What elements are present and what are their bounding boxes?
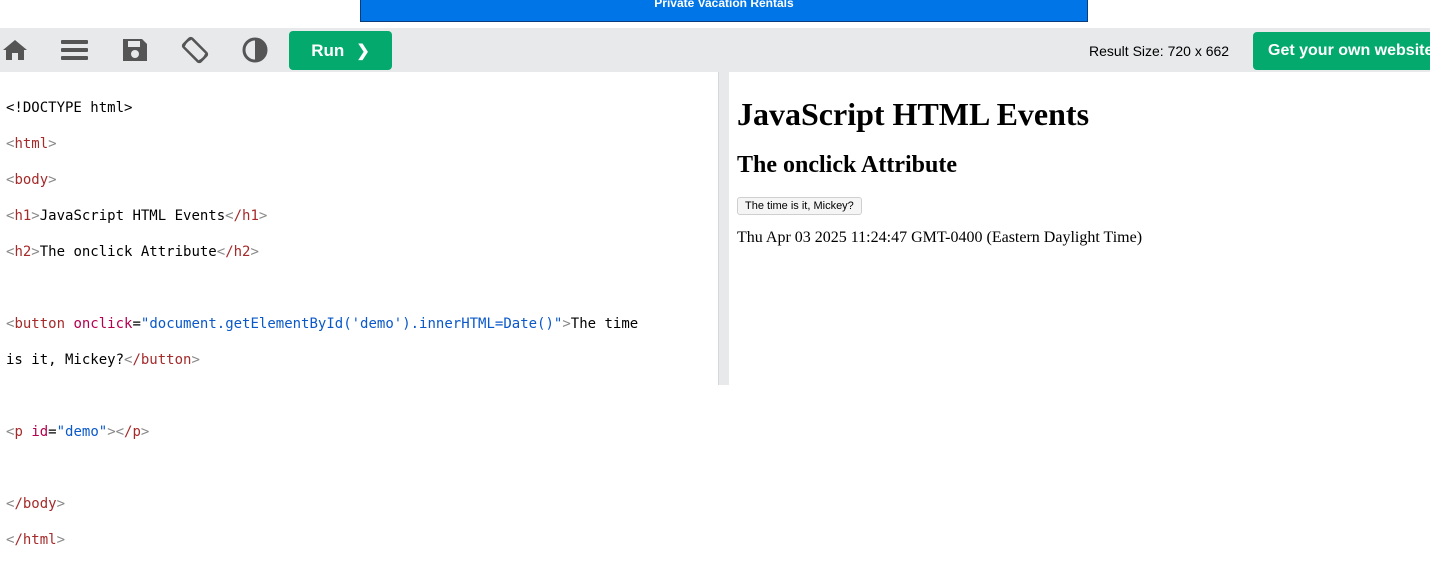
attr-name: onclick: [73, 316, 133, 332]
tag-name: body: [14, 172, 49, 188]
tag-name: /button: [132, 352, 192, 368]
code-line: </html>: [6, 532, 66, 548]
pane-resize-handle[interactable]: [718, 72, 729, 385]
date-output: Thu Apr 03 2025 11:24:47 GMT-0400 (Easte…: [737, 229, 1143, 246]
code-line: </body>: [6, 496, 66, 512]
tag-name: button: [14, 316, 66, 332]
code-line: <h1>JavaScript HTML Events</h1>: [6, 208, 268, 224]
code-line: is it, Mickey?</button>: [6, 352, 200, 368]
ad-banner[interactable]: Private Vacation Rentals: [360, 0, 1088, 22]
home-icon[interactable]: [1, 36, 29, 64]
tag-name: /p: [124, 424, 141, 440]
ad-banner-text[interactable]: Private Vacation Rentals: [654, 0, 793, 10]
code-text: is it, Mickey?: [6, 352, 125, 368]
tag-name: h1: [14, 208, 32, 224]
save-icon[interactable]: [121, 36, 149, 64]
tag-name: /h2: [225, 244, 251, 260]
tag-name: p: [14, 424, 23, 440]
chevron-right-icon: ❯: [356, 42, 370, 60]
result-size-label: Result Size: 720 x 662: [1089, 43, 1230, 59]
result-subheading: The onclick Attribute: [737, 152, 957, 178]
tag-name: html: [14, 136, 49, 152]
code-line: <h2>The onclick Attribute</h2>: [6, 244, 259, 260]
attr-value: "document.getElementById('demo').innerHT…: [140, 316, 563, 332]
tag-name: /h1: [233, 208, 259, 224]
tag-name: /body: [14, 496, 57, 512]
code-editor[interactable]: <!DOCTYPE html> <html> <body> <h1>JavaSc…: [0, 72, 718, 548]
code-text: The onclick Attribute: [39, 244, 217, 260]
toolbar: Run ❯ Result Size: 720 x 662 Get your ow…: [0, 28, 1430, 72]
attr-value: "demo": [56, 424, 108, 440]
code-line: <p id="demo"></p>: [6, 424, 150, 440]
time-button[interactable]: The time is it, Mickey?: [737, 197, 862, 215]
doctype-text: <!DOCTYPE html>: [6, 100, 133, 116]
code-text: JavaScript HTML Events: [39, 208, 226, 224]
tag-name: h2: [14, 244, 32, 260]
code-line: <body>: [6, 172, 57, 188]
tag-name: /html: [14, 532, 57, 548]
menu-icon[interactable]: [60, 36, 88, 64]
code-line: <button onclick="document.getElementById…: [6, 316, 639, 332]
result-pane: JavaScript HTML Events The onclick Attri…: [729, 72, 1430, 385]
code-line: <!DOCTYPE html>: [6, 99, 718, 117]
code-text: The time: [570, 316, 639, 332]
result-heading: JavaScript HTML Events: [737, 96, 1090, 132]
rotate-icon[interactable]: [181, 36, 209, 64]
code-line: <html>: [6, 136, 57, 152]
get-your-own-website-button[interactable]: Get your own website: [1253, 32, 1430, 70]
attr-name: id: [31, 424, 49, 440]
run-button[interactable]: Run ❯: [289, 31, 392, 70]
run-button-label: Run: [311, 40, 345, 60]
theme-contrast-icon[interactable]: [241, 36, 269, 64]
